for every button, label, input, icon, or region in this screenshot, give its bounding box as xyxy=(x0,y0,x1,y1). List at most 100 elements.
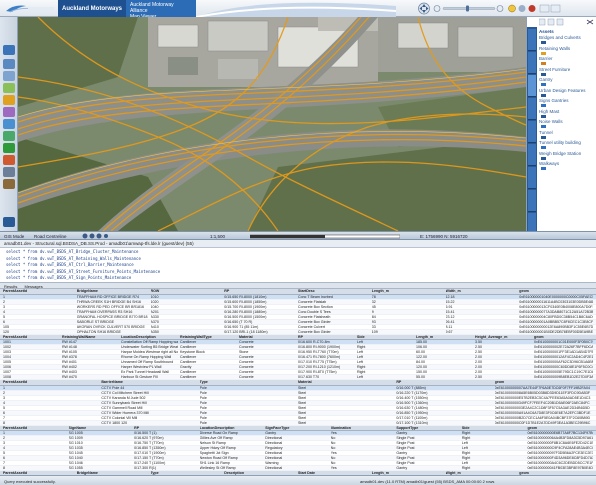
column-header[interactable]: Length_m xyxy=(372,289,444,293)
zoom-in-icon[interactable] xyxy=(3,59,15,69)
layer-item[interactable]: Street Furniture xyxy=(539,67,595,78)
layer-item[interactable]: Urban Design Features xyxy=(539,88,595,99)
table-cell: 4 xyxy=(3,400,5,405)
table-cell: No xyxy=(330,436,336,440)
print-icon[interactable] xyxy=(3,167,15,177)
aerial-map[interactable] xyxy=(18,17,526,231)
layer-item[interactable]: High Mast xyxy=(539,109,595,120)
table-cell: A201 xyxy=(150,309,159,314)
zoom-out-icon[interactable] xyxy=(3,71,15,81)
column-header[interactable]: ROW xyxy=(151,289,223,293)
table-cell: CCTV Colonial Vill Mill xyxy=(101,415,138,420)
column-header[interactable]: BarrierName xyxy=(101,380,197,384)
table-cell: 6 xyxy=(3,319,5,324)
column-header[interactable]: Width_m xyxy=(446,289,518,293)
column-header[interactable]: Side xyxy=(462,426,526,430)
column-header[interactable]: geom xyxy=(495,380,591,384)
results-grid[interactable]: ParentAssetId BridgeName ROW RP StartDesc Len… xyxy=(0,289,596,475)
table-cell: 9.67 xyxy=(445,329,453,334)
layer-item[interactable]: Tunnel xyxy=(539,130,595,141)
table-cell: 0xE6100000008A5E6B05D03B8D3D9D11EF3FDC9D… xyxy=(494,390,591,395)
table-cell: 6 xyxy=(3,456,5,460)
layer-item[interactable]: Signs Gantries xyxy=(539,98,595,109)
column-header[interactable]: LocationDescription xyxy=(200,426,264,430)
tab-tools[interactable] xyxy=(528,98,536,120)
column-header[interactable]: Height_Average_m xyxy=(475,335,532,339)
globe-icon[interactable] xyxy=(3,45,15,55)
table-cell: 0/16.280 RI-8000 (1880m) xyxy=(224,309,267,314)
column-header[interactable]: ParentAssetId xyxy=(3,335,60,339)
layer-item[interactable]: Bridges and Culverts xyxy=(539,35,595,46)
column-header[interactable]: geom xyxy=(527,426,591,430)
layer-item[interactable]: Walkways xyxy=(539,161,595,172)
table-cell: 0/16.900 71 (85 11m) xyxy=(224,324,259,329)
column-header[interactable]: ParentAssetId xyxy=(3,380,99,384)
brand-tab[interactable]: Auckland Motorways xyxy=(58,0,126,17)
table-cell: Conc T Beam Incrbed xyxy=(298,294,333,299)
column-header[interactable]: Side xyxy=(357,335,414,339)
column-header[interactable]: geom xyxy=(519,289,591,293)
table-cell: CCTV Wider Huerera 370 Mill xyxy=(101,410,149,415)
redline-icon[interactable] xyxy=(3,155,15,165)
column-header[interactable]: RetainingWallName xyxy=(62,335,119,339)
export-icon[interactable] xyxy=(3,179,15,189)
column-header[interactable]: RP xyxy=(298,335,355,339)
column-header[interactable]: geom xyxy=(534,335,591,339)
column-header[interactable]: BridgeName xyxy=(77,289,149,293)
column-header[interactable]: RetainingWallType xyxy=(180,335,237,339)
buffer-icon[interactable] xyxy=(3,131,15,141)
map-navigation-controls[interactable] xyxy=(416,2,596,15)
column-header[interactable]: Illumination xyxy=(331,426,395,430)
layer-swatch-icon xyxy=(541,135,546,139)
table-cell: Left xyxy=(357,360,363,364)
column-header[interactable]: LocationDescription xyxy=(121,335,178,339)
column-header[interactable]: RP xyxy=(224,289,296,293)
layer-item[interactable]: Noise Walls xyxy=(539,119,595,130)
layer-item[interactable]: Tunnel utility building xyxy=(539,140,595,151)
layer-add-icon[interactable] xyxy=(3,143,15,153)
table-cell: 0xE610000000A91A4C6A7D8E3F0C6E6E7A2EFC3B… xyxy=(494,410,591,415)
help-icon[interactable] xyxy=(3,217,15,227)
column-header[interactable]: RP xyxy=(134,426,198,430)
layer-swatch-icon xyxy=(541,41,546,45)
column-header[interactable]: StartDesc xyxy=(298,289,370,293)
table-cell: TRAFFHAM OVERPASS R3 SH16 xyxy=(76,309,133,314)
column-header[interactable]: ParentAssetId xyxy=(3,289,75,293)
tab-layers[interactable] xyxy=(528,52,536,74)
table-cell: 1008 xyxy=(3,375,11,379)
column-header[interactable]: SignName xyxy=(69,426,133,430)
table-cell: 4 xyxy=(3,309,5,314)
pan-icon[interactable] xyxy=(3,83,15,93)
tab-print[interactable] xyxy=(528,144,536,166)
layer-item[interactable]: Barrier xyxy=(539,56,595,67)
layer-item[interactable]: Retaining Walls xyxy=(539,46,595,57)
table-cell: 0xE6100000001FF3E1AD1AB4D7FEA38BE6EE0F1B… xyxy=(534,350,593,354)
panel-toolbar[interactable] xyxy=(539,18,595,26)
column-header[interactable]: Material xyxy=(298,380,394,384)
playback-controls[interactable] xyxy=(82,233,108,239)
tab-search[interactable] xyxy=(528,75,536,97)
tab-help[interactable] xyxy=(528,167,536,189)
column-header[interactable]: SignFaceType xyxy=(265,426,329,430)
table-cell: 1001 xyxy=(3,340,11,344)
select-icon[interactable] xyxy=(3,119,15,129)
column-header[interactable]: Type xyxy=(200,380,296,384)
sql-editor[interactable]: select * from dv.vwT_BSDS_AT_Bridge_Clus… xyxy=(0,248,596,282)
identify-icon[interactable] xyxy=(3,95,15,105)
layer-item[interactable]: Gantry xyxy=(539,77,595,88)
tab-links[interactable] xyxy=(528,190,536,212)
tab-legend[interactable] xyxy=(528,121,536,143)
column-header[interactable]: RP xyxy=(396,380,492,384)
measure-icon[interactable] xyxy=(3,107,15,117)
tab-bookmarks[interactable] xyxy=(528,29,536,51)
column-header[interactable]: Material xyxy=(239,335,296,339)
layer-panel: Assets Bridges and Culverts Retaining Wal… xyxy=(526,17,596,235)
app-header: Auckland Motorways Auckland Motorway All… xyxy=(0,0,596,20)
layer-item[interactable]: Weigh Bridge Station xyxy=(539,151,595,162)
table-cell: Concrete xyxy=(239,340,254,344)
table-cell: 0/16.620 T (970m) xyxy=(134,436,164,440)
table-cell: Cantilever xyxy=(180,340,197,344)
column-header[interactable]: SupportType xyxy=(396,426,460,430)
column-header[interactable]: ParentAssetId xyxy=(3,426,67,430)
column-header[interactable]: Length_m xyxy=(416,335,473,339)
